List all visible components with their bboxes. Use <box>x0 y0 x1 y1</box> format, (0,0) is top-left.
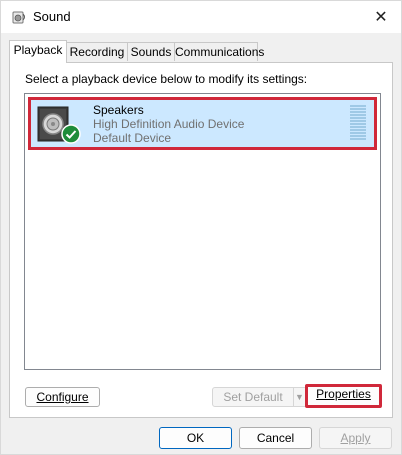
cancel-label: Cancel <box>256 431 295 445</box>
tab-sounds[interactable]: Sounds <box>127 42 175 61</box>
playback-panel: Select a playback device below to modify… <box>9 62 393 418</box>
volume-level-meter <box>350 105 366 141</box>
set-default-label: Set Default <box>223 390 283 404</box>
sound-dialog: Sound ✕ Playback Recording Sounds Commun… <box>0 0 402 455</box>
properties-label: Properties <box>316 387 371 401</box>
tab-playback[interactable]: Playback <box>9 40 67 63</box>
configure-label: Configure <box>36 390 89 404</box>
apply-label: Apply <box>340 431 371 445</box>
set-default-button[interactable]: Set Default <box>212 387 294 407</box>
chevron-down-icon: ▼ <box>295 392 304 402</box>
device-description: High Definition Audio Device <box>93 117 245 131</box>
device-status: Default Device <box>93 131 172 145</box>
tab-communications[interactable]: Communications <box>174 42 264 61</box>
ok-button[interactable]: OK <box>159 427 232 449</box>
sound-app-icon <box>12 11 25 24</box>
close-icon: ✕ <box>374 9 388 26</box>
tab-recording[interactable]: Recording <box>66 42 128 61</box>
configure-button[interactable]: Configure <box>25 387 100 407</box>
title-bar: Sound ✕ <box>1 1 401 33</box>
device-item-speakers[interactable]: Speakers High Definition Audio Device De… <box>28 97 377 150</box>
ok-label: OK <box>186 431 205 445</box>
window-title: Sound <box>33 9 71 24</box>
device-name: Speakers <box>93 103 144 117</box>
checkmark-icon <box>61 124 81 144</box>
device-list[interactable]: Speakers High Definition Audio Device De… <box>24 93 381 370</box>
instructions-text: Select a playback device below to modify… <box>25 72 308 86</box>
apply-button[interactable]: Apply <box>319 427 392 449</box>
properties-button[interactable]: Properties <box>305 384 382 408</box>
close-button[interactable]: ✕ <box>361 1 401 33</box>
cancel-button[interactable]: Cancel <box>239 427 312 449</box>
